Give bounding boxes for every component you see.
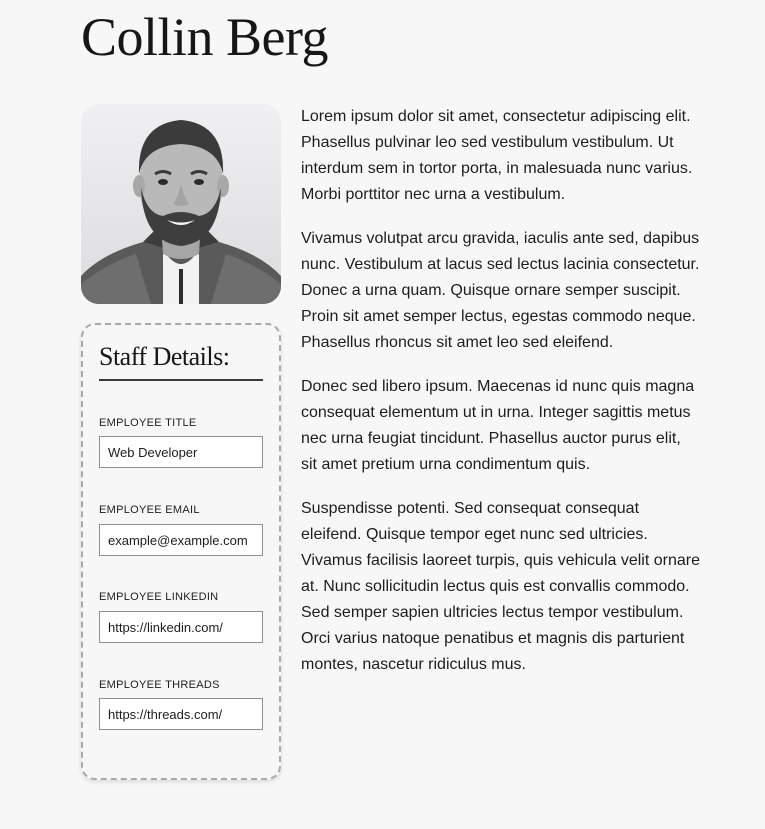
page-title: Collin Berg <box>81 7 329 67</box>
bio-paragraph: Vivamus volutpat arcu gravida, iaculis a… <box>301 230 700 351</box>
bio-paragraph: Lorem ipsum dolor sit amet, consectetur … <box>301 108 693 203</box>
employee-threads-label: EMPLOYEE THREADS <box>99 679 220 691</box>
employee-linkedin-label: EMPLOYEE LINKEDIN <box>99 591 219 603</box>
staff-details-title: Staff Details: <box>99 342 230 371</box>
profile-photo <box>81 104 281 304</box>
employee-title-label: EMPLOYEE TITLE <box>99 417 197 429</box>
employee-linkedin-field[interactable] <box>99 611 263 643</box>
staff-details-card: Staff Details: EMPLOYEE TITLE EMPLOYEE E… <box>81 323 281 780</box>
bio-paragraph: Donec sed libero ipsum. Maecenas id nunc… <box>301 378 695 473</box>
employee-threads-field[interactable] <box>99 698 263 730</box>
bio-paragraph: Suspendisse potenti. Sed consequat conse… <box>301 500 700 673</box>
person-portrait-icon <box>81 104 281 304</box>
employee-title-field[interactable] <box>99 436 263 468</box>
bio-section: Lorem ipsum dolor sit amet, consectetur … <box>301 104 701 696</box>
employee-email-field[interactable] <box>99 524 263 556</box>
employee-email-label: EMPLOYEE EMAIL <box>99 504 200 516</box>
staff-details-divider <box>99 379 263 381</box>
